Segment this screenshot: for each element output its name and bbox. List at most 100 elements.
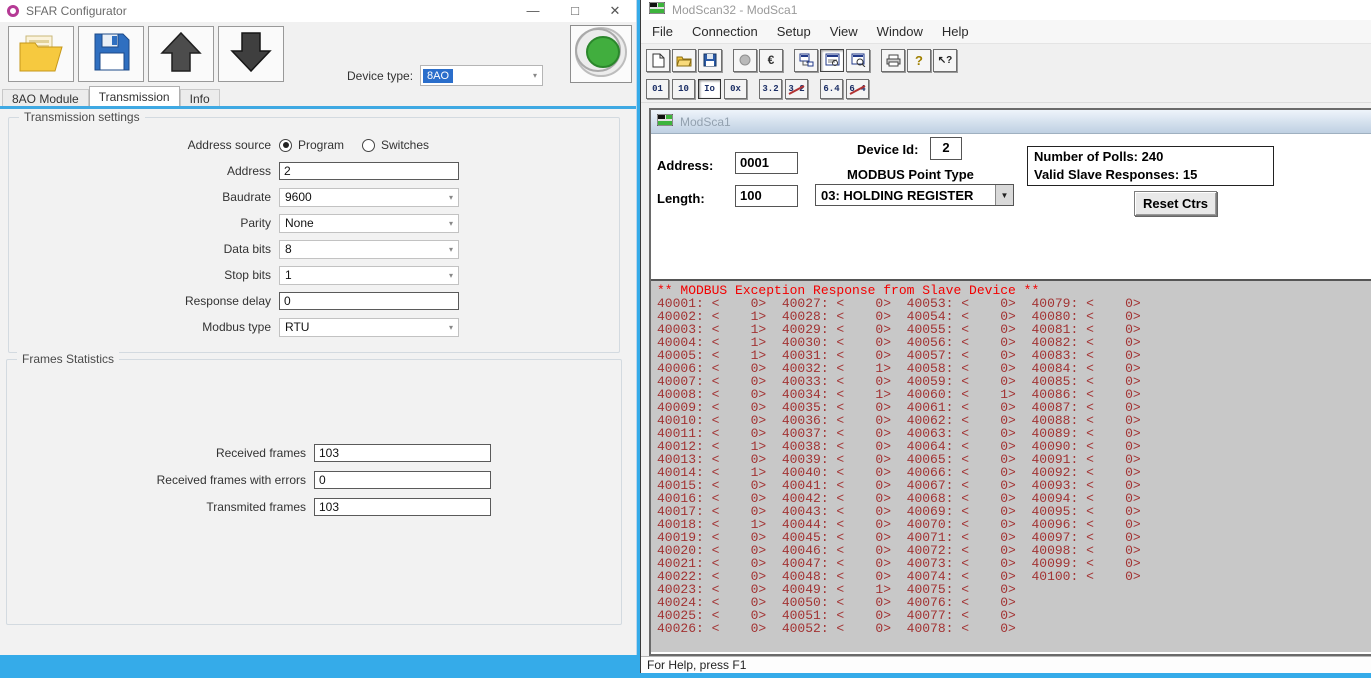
baudrate-row: Baudrate 9600 ▾: [9, 188, 619, 206]
modbus-type-row: Modbus type RTU ▾: [9, 318, 619, 336]
received-errors-label: Received frames with errors: [7, 473, 306, 487]
printer-icon: [886, 54, 901, 67]
radio-switches-label: Switches: [381, 138, 429, 152]
about-help-button[interactable]: ?: [907, 49, 931, 72]
transmission-settings-legend: Transmission settings: [19, 110, 145, 124]
modscan-main-toolbar: € ? ↖?: [641, 45, 1371, 75]
address-label: Address:: [657, 158, 713, 173]
radio-switches[interactable]: [362, 139, 375, 152]
new-file-button[interactable]: [646, 49, 670, 72]
menu-file[interactable]: File: [652, 24, 673, 39]
tab-info[interactable]: Info: [180, 89, 220, 106]
menu-window[interactable]: Window: [877, 24, 923, 39]
device-type-dropdown[interactable]: 8AO ▾: [420, 65, 543, 86]
chevron-down-icon: ▾: [449, 271, 453, 280]
modscan-titlebar: ModScan32 - ModSca1: [641, 0, 1371, 20]
parity-dropdown[interactable]: None ▾: [279, 214, 459, 233]
address-input[interactable]: 2: [279, 162, 459, 180]
format-swapped-double-button[interactable]: 6.4: [846, 79, 869, 99]
menu-help[interactable]: Help: [942, 24, 969, 39]
address-label: Address: [9, 164, 271, 178]
point-type-label: MODBUS Point Type: [847, 167, 974, 182]
address-row: Address 2: [9, 162, 619, 180]
format-swapped-float-button[interactable]: 3.2: [785, 79, 808, 99]
menu-setup[interactable]: Setup: [777, 24, 811, 39]
stop-bits-label: Stop bits: [9, 268, 271, 282]
modscan-statusbar: For Help, press F1: [641, 656, 1371, 673]
context-help-button[interactable]: ↖?: [933, 49, 957, 72]
save-button[interactable]: [78, 26, 144, 82]
baudrate-label: Baudrate: [9, 190, 271, 204]
data-definition-button[interactable]: [794, 49, 818, 72]
point-type-dropdown[interactable]: 03: HOLDING REGISTER ▼: [815, 184, 1014, 206]
save-button[interactable]: [698, 49, 722, 72]
received-errors-input[interactable]: 0: [314, 471, 491, 489]
display-data-button[interactable]: [820, 49, 844, 72]
chevron-down-icon: ▾: [533, 71, 537, 80]
connection-status-button[interactable]: [570, 25, 632, 83]
register-grid: 40001: < 0> 40027: < 0> 40053: < 0> 4007…: [657, 297, 1371, 635]
print-button[interactable]: [881, 49, 905, 72]
register-data-area[interactable]: ** MODBUS Exception Response from Slave …: [651, 279, 1371, 652]
baudrate-value: 9600: [285, 190, 312, 204]
modbus-type-dropdown[interactable]: RTU ▾: [279, 318, 459, 337]
address-source-row: Address source Program Switches: [9, 136, 619, 154]
arrow-down-icon: [228, 29, 274, 80]
sfar-titlebar: SFAR Configurator — □ ✕: [0, 0, 636, 22]
format-decimal-button[interactable]: 10: [672, 79, 695, 99]
maximize-button[interactable]: □: [558, 0, 592, 22]
device-type-label: Device type:: [347, 69, 413, 83]
transmitted-frames-label: Transmited frames: [7, 500, 306, 514]
transmission-tab-content: Transmission settings Address source Pro…: [0, 109, 636, 655]
reset-ctrs-button[interactable]: Reset Ctrs: [1134, 191, 1217, 216]
connect-button[interactable]: [733, 49, 757, 72]
device-type-value: 8AO: [423, 69, 453, 83]
help-icon: ?: [915, 53, 923, 68]
quick-connect-button[interactable]: €: [759, 49, 783, 72]
menu-connection[interactable]: Connection: [692, 24, 758, 39]
device-id-input[interactable]: 2: [930, 137, 962, 160]
minimize-button[interactable]: —: [516, 0, 550, 22]
radio-program[interactable]: [279, 139, 292, 152]
modscan-menubar: File Connection Setup View Window Help: [641, 20, 1371, 44]
status-green-light-icon: [574, 26, 628, 83]
close-button[interactable]: ✕: [598, 0, 632, 22]
length-label: Length:: [657, 191, 705, 206]
data-bits-label: Data bits: [9, 242, 271, 256]
response-delay-input[interactable]: 0: [279, 292, 459, 310]
baudrate-dropdown[interactable]: 9600 ▾: [279, 188, 459, 207]
radio-program-label: Program: [298, 138, 344, 152]
open-folder-icon: [676, 54, 692, 67]
response-delay-label: Response delay: [9, 294, 271, 308]
tab-transmission[interactable]: Transmission: [89, 86, 180, 106]
format-hex-button[interactable]: 0x: [724, 79, 747, 99]
context-help-icon: ↖?: [938, 55, 953, 66]
open-file-button[interactable]: [672, 49, 696, 72]
chevron-down-icon: ▾: [449, 245, 453, 254]
format-binary-button[interactable]: 01: [646, 79, 669, 99]
format-integer-button[interactable]: Io: [698, 79, 721, 99]
sfar-window-title: SFAR Configurator: [26, 4, 127, 18]
tab-8ao-module[interactable]: 8AO Module: [2, 89, 89, 106]
open-file-button[interactable]: [8, 26, 74, 82]
response-delay-row: Response delay 0: [9, 292, 619, 310]
status-text: For Help, press F1: [647, 658, 746, 672]
arrow-up-icon: [158, 29, 204, 80]
download-button[interactable]: [218, 26, 284, 82]
frames-statistics-legend: Frames Statistics: [17, 352, 119, 366]
stop-bits-dropdown[interactable]: 1 ▾: [279, 266, 459, 285]
format-float-button[interactable]: 3.2: [759, 79, 782, 99]
format-double-button[interactable]: 6.4: [820, 79, 843, 99]
modsca1-doc-icon: [657, 113, 673, 131]
modbus-type-value: RTU: [285, 320, 309, 334]
modscan-format-toolbar: 01 10 Io 0x 3.2 3.2 6.4 6.4: [641, 75, 1371, 103]
address-input[interactable]: 0001: [735, 152, 798, 174]
data-bits-dropdown[interactable]: 8 ▾: [279, 240, 459, 259]
menu-view[interactable]: View: [830, 24, 858, 39]
upload-button[interactable]: [148, 26, 214, 82]
display-traffic-button[interactable]: [846, 49, 870, 72]
sfar-logo-icon: [7, 5, 19, 17]
transmitted-frames-input[interactable]: 103: [314, 498, 491, 516]
received-frames-input[interactable]: 103: [314, 444, 491, 462]
length-input[interactable]: 100: [735, 185, 798, 207]
